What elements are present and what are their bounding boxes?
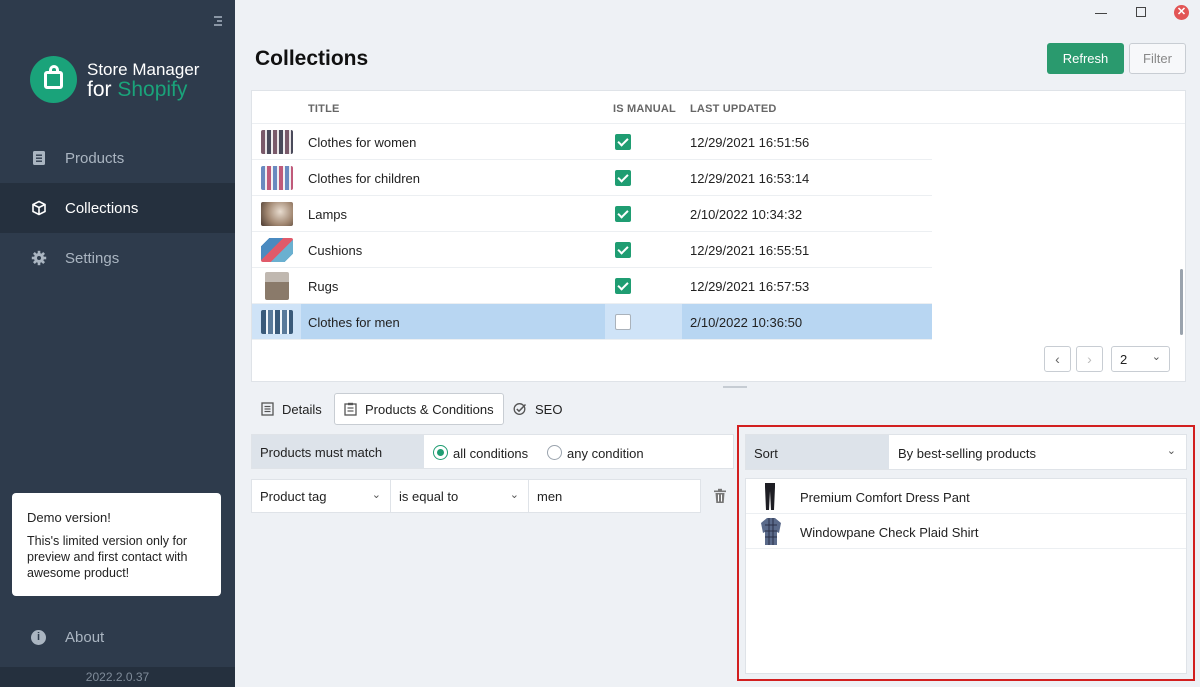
collection-thumbnail bbox=[261, 130, 293, 154]
last-updated: 12/29/2021 16:53:14 bbox=[690, 171, 810, 186]
table-row[interactable]: Clothes for children 12/29/2021 16:53:14 bbox=[252, 160, 932, 196]
table-row[interactable]: Cushions 12/29/2021 16:55:51 bbox=[252, 232, 932, 268]
is-manual-checkbox[interactable] bbox=[615, 278, 631, 294]
is-manual-checkbox[interactable] bbox=[615, 242, 631, 258]
table-row-selected[interactable]: Clothes for men 2/10/2022 10:36:50 bbox=[252, 304, 932, 340]
app-name: Store Manager bbox=[87, 59, 200, 79]
last-updated: 2/10/2022 10:34:32 bbox=[690, 207, 803, 222]
condition-field-select[interactable]: Product tag ⌄ bbox=[252, 480, 391, 512]
collection-title: Rugs bbox=[308, 279, 339, 294]
column-header-last-updated[interactable]: LAST UPDATED bbox=[690, 103, 777, 115]
tab-products-conditions[interactable]: Products & Conditions bbox=[334, 393, 504, 425]
collection-title: Clothes for children bbox=[308, 171, 420, 186]
version-label: 2022.2.0.37 bbox=[0, 667, 235, 687]
collection-title: Cushions bbox=[308, 243, 363, 258]
page-select[interactable]: 2 ⌄ bbox=[1111, 346, 1170, 372]
table-row[interactable]: Clothes for women 12/29/2021 16:51:56 bbox=[252, 124, 932, 160]
info-icon: i bbox=[31, 630, 46, 645]
column-header-title[interactable]: TITLE bbox=[308, 103, 340, 115]
collection-thumbnail bbox=[265, 272, 289, 300]
about-label: About bbox=[65, 629, 105, 646]
radio-label[interactable]: any condition bbox=[567, 446, 644, 461]
last-updated: 12/29/2021 16:55:51 bbox=[690, 243, 810, 258]
table-row[interactable]: Rugs 12/29/2021 16:57:53 bbox=[252, 268, 932, 304]
tab-details[interactable]: Details bbox=[252, 393, 331, 425]
condition-rule: Product tag ⌄ is equal to ⌄ men bbox=[251, 479, 701, 513]
collection-title: Lamps bbox=[308, 207, 348, 222]
is-manual-checkbox[interactable] bbox=[615, 170, 631, 186]
table-row[interactable]: Lamps 2/10/2022 10:34:32 bbox=[252, 196, 932, 232]
next-page-button[interactable]: › bbox=[1076, 346, 1103, 372]
chevron-down-icon: ⌄ bbox=[1151, 351, 1161, 363]
sidebar-item-label: Collections bbox=[65, 199, 139, 217]
radio-all-conditions[interactable] bbox=[433, 445, 448, 460]
condition-value-input[interactable]: men bbox=[529, 480, 700, 512]
collection-thumbnail bbox=[261, 202, 293, 226]
prev-page-button[interactable]: ‹ bbox=[1044, 346, 1071, 372]
products-icon bbox=[31, 150, 47, 166]
clipboard-icon bbox=[344, 402, 357, 416]
chevron-down-icon: ⌄ bbox=[371, 489, 381, 501]
app-logo: Store Manager for Shopify bbox=[30, 56, 199, 103]
last-updated: 12/29/2021 16:51:56 bbox=[690, 135, 810, 150]
table-scrollbar[interactable] bbox=[1180, 269, 1183, 335]
collections-table: TITLE IS MANUAL LAST UPDATED Clothes for… bbox=[251, 90, 1186, 382]
sidebar: Store Manager for Shopify Products Colle… bbox=[0, 0, 235, 687]
condition-operator-select[interactable]: is equal to ⌄ bbox=[391, 480, 529, 512]
is-manual-checkbox[interactable] bbox=[615, 314, 631, 330]
sidebar-item-collections[interactable]: Collections bbox=[0, 183, 235, 233]
last-updated: 2/10/2022 10:36:50 bbox=[690, 315, 803, 330]
minimize-icon[interactable] bbox=[1095, 13, 1107, 14]
seo-check-icon bbox=[513, 402, 527, 416]
page-title: Collections bbox=[255, 47, 369, 70]
collection-thumbnail bbox=[261, 310, 293, 334]
maximize-icon[interactable] bbox=[1136, 7, 1146, 17]
tab-seo[interactable]: SEO bbox=[504, 393, 571, 425]
last-updated: 12/29/2021 16:57:53 bbox=[690, 279, 810, 294]
close-icon[interactable]: ✕ bbox=[1174, 5, 1189, 20]
highlight-box bbox=[737, 425, 1195, 681]
demo-title: Demo version! bbox=[27, 510, 111, 525]
demo-notice: Demo version! This's limited version onl… bbox=[12, 493, 221, 596]
is-manual-checkbox[interactable] bbox=[615, 206, 631, 222]
shopping-bag-icon bbox=[30, 56, 77, 103]
filter-button[interactable]: Filter bbox=[1129, 43, 1186, 74]
collection-thumbnail bbox=[261, 238, 293, 262]
match-label: Products must match bbox=[252, 435, 424, 468]
sidebar-item-settings[interactable]: Settings bbox=[0, 233, 235, 283]
refresh-button[interactable]: Refresh bbox=[1047, 43, 1124, 74]
collection-title: Clothes for men bbox=[308, 315, 400, 330]
panel-splitter[interactable] bbox=[723, 386, 747, 388]
document-icon bbox=[261, 402, 274, 416]
about-link[interactable]: i About bbox=[31, 629, 104, 646]
chevron-down-icon: ⌄ bbox=[509, 489, 519, 501]
radio-any-condition[interactable] bbox=[547, 445, 562, 460]
collection-thumbnail bbox=[261, 166, 293, 190]
sidebar-item-label: Settings bbox=[65, 249, 120, 267]
gear-icon bbox=[31, 250, 47, 266]
app-subname: for Shopify bbox=[87, 77, 188, 101]
is-manual-checkbox[interactable] bbox=[615, 134, 631, 150]
sidebar-collapse-icon[interactable] bbox=[208, 14, 222, 28]
trash-icon[interactable] bbox=[713, 488, 727, 504]
collection-title: Clothes for women bbox=[308, 135, 417, 150]
column-header-is-manual[interactable]: IS MANUAL bbox=[613, 103, 676, 115]
sidebar-item-label: Products bbox=[65, 149, 125, 167]
sidebar-item-products[interactable]: Products bbox=[0, 133, 235, 183]
radio-label[interactable]: all conditions bbox=[453, 446, 528, 461]
box-icon bbox=[31, 200, 47, 216]
demo-text: This's limited version only for preview … bbox=[27, 534, 188, 580]
match-condition-bar: Products must match all conditions any c… bbox=[251, 434, 734, 469]
